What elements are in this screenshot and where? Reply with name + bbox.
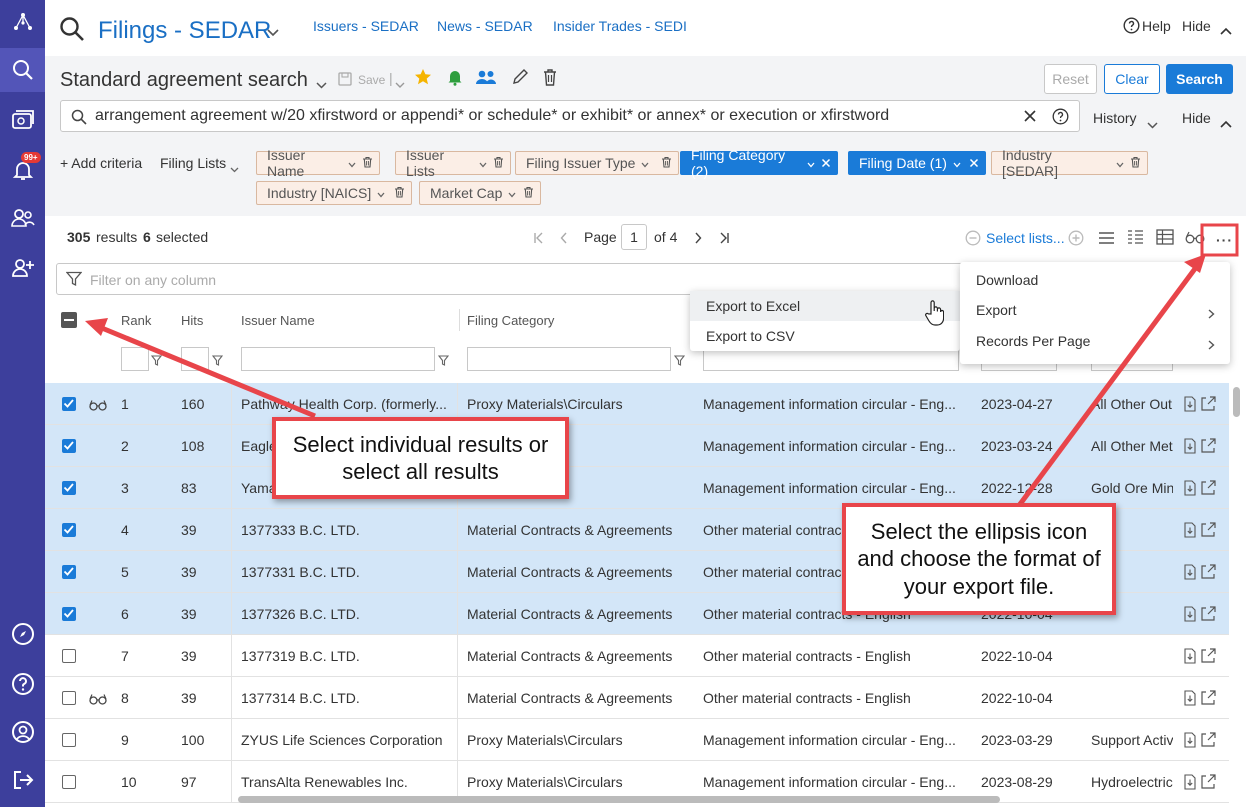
select-arrow-line <box>96 323 316 419</box>
callout-ellipsis-export: Select the ellipsis icon and choose the … <box>842 503 1116 615</box>
ellipsis-arrow-line <box>1009 264 1200 517</box>
annotation-arrows <box>85 223 1239 517</box>
ellipsis-highlight-box <box>1200 223 1239 257</box>
callout-select-results: Select individual results or select all … <box>272 417 569 499</box>
